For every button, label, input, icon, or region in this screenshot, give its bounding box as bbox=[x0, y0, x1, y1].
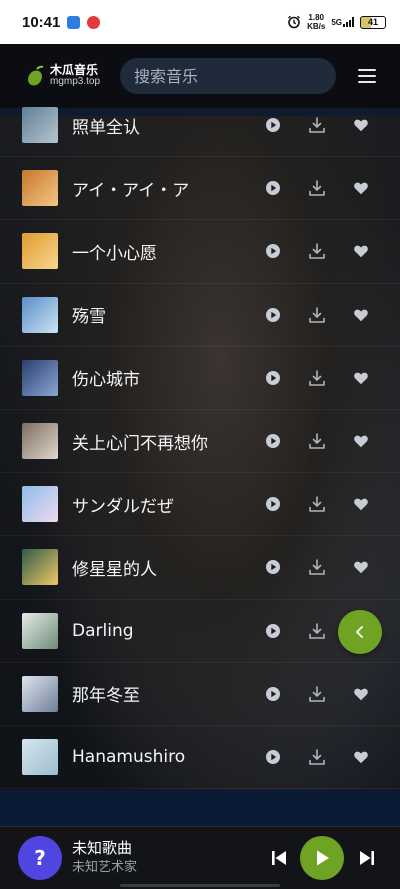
album-cover bbox=[22, 233, 58, 270]
play-circle-icon[interactable] bbox=[262, 556, 284, 578]
album-cover bbox=[22, 738, 58, 775]
play-button[interactable] bbox=[300, 836, 344, 880]
message-app-icon bbox=[67, 15, 81, 29]
battery-level: 41 bbox=[367, 17, 378, 27]
download-icon[interactable] bbox=[306, 430, 328, 452]
heart-icon[interactable] bbox=[350, 493, 372, 515]
heart-icon[interactable] bbox=[350, 114, 372, 136]
track-avatar[interactable]: ? bbox=[18, 836, 62, 880]
play-icon bbox=[317, 850, 329, 866]
home-indicator bbox=[120, 884, 280, 887]
play-circle-icon[interactable] bbox=[262, 683, 284, 705]
logo-name: 木瓜音乐 bbox=[50, 63, 99, 77]
signal-bars-icon bbox=[343, 17, 354, 27]
album-cover bbox=[22, 107, 58, 144]
album-cover bbox=[22, 675, 58, 712]
song-row[interactable]: 那年冬至 bbox=[0, 663, 400, 726]
song-row[interactable]: 伤心城市 bbox=[0, 347, 400, 410]
signal-indicator: 5G bbox=[331, 17, 354, 27]
play-circle-icon[interactable] bbox=[262, 430, 284, 452]
heart-icon[interactable] bbox=[350, 556, 372, 578]
play-circle-icon[interactable] bbox=[262, 177, 284, 199]
logo-url: mgmp3.top bbox=[50, 76, 101, 87]
search-box[interactable] bbox=[120, 58, 336, 94]
download-icon[interactable] bbox=[306, 493, 328, 515]
status-bar: 10:41 1.80 KB/s 5G 41 bbox=[0, 0, 400, 44]
network-speed: 1.80 KB/s bbox=[307, 13, 325, 31]
heart-icon[interactable] bbox=[350, 304, 372, 326]
heart-icon[interactable] bbox=[350, 430, 372, 452]
song-row[interactable]: 修星星的人 bbox=[0, 536, 400, 600]
play-circle-icon[interactable] bbox=[262, 620, 284, 642]
play-circle-icon[interactable] bbox=[262, 367, 284, 389]
download-icon[interactable] bbox=[306, 556, 328, 578]
netease-music-app-icon bbox=[87, 15, 101, 29]
download-icon[interactable] bbox=[306, 177, 328, 199]
heart-icon[interactable] bbox=[350, 367, 372, 389]
heart-icon[interactable] bbox=[350, 240, 372, 262]
album-cover bbox=[22, 170, 58, 207]
previous-track-icon[interactable] bbox=[270, 849, 288, 867]
song-list: 照单全认 アイ・アイ・ア 一个小心愿 殇雪 伤心城市 关上心门不再想你 サンダルだぜ 修星星的… bbox=[0, 94, 400, 790]
alarm-icon bbox=[288, 15, 301, 29]
album-cover bbox=[22, 612, 58, 649]
song-row[interactable]: 殇雪 bbox=[0, 284, 400, 347]
album-cover bbox=[22, 549, 58, 586]
song-row[interactable]: 照单全认 bbox=[0, 94, 400, 158]
album-cover bbox=[22, 296, 58, 333]
search-input[interactable] bbox=[134, 66, 334, 86]
play-circle-icon[interactable] bbox=[262, 304, 284, 326]
play-circle-icon[interactable] bbox=[262, 493, 284, 515]
album-cover bbox=[22, 359, 58, 396]
download-icon[interactable] bbox=[306, 683, 328, 705]
site-logo[interactable]: 木瓜音乐 mgmp3.top bbox=[24, 64, 120, 88]
battery-icon: 41 bbox=[360, 15, 386, 29]
album-cover bbox=[22, 423, 58, 460]
next-track-icon[interactable] bbox=[358, 849, 376, 867]
track-title: 未知歌曲 bbox=[72, 839, 133, 857]
play-circle-icon[interactable] bbox=[262, 746, 284, 768]
download-icon[interactable] bbox=[306, 620, 328, 642]
download-icon[interactable] bbox=[306, 746, 328, 768]
status-time: 10:41 bbox=[22, 13, 61, 31]
album-cover bbox=[22, 486, 58, 523]
download-icon[interactable] bbox=[306, 304, 328, 326]
track-artist: 未知艺术家 bbox=[72, 860, 138, 875]
heart-icon[interactable] bbox=[350, 746, 372, 768]
download-icon[interactable] bbox=[306, 114, 328, 136]
download-icon[interactable] bbox=[306, 240, 328, 262]
play-circle-icon[interactable] bbox=[262, 240, 284, 262]
song-row[interactable]: サンダルだぜ bbox=[0, 473, 400, 537]
mini-player: ? 未知歌曲 未知艺术家 bbox=[0, 826, 400, 889]
song-row[interactable]: 关上心门不再想你 bbox=[0, 410, 400, 474]
network-speed-unit: KB/s bbox=[307, 22, 326, 31]
papaya-logo-icon bbox=[27, 65, 44, 86]
network-type: 5G bbox=[331, 18, 342, 27]
chevron-left-icon bbox=[355, 626, 363, 638]
collapse-button[interactable] bbox=[338, 610, 382, 654]
menu-icon[interactable] bbox=[358, 69, 376, 83]
song-row[interactable]: Hanamushiro bbox=[0, 726, 400, 790]
song-row[interactable]: 一个小心愿 bbox=[0, 220, 400, 284]
song-row[interactable]: アイ・アイ・ア bbox=[0, 157, 400, 221]
heart-icon[interactable] bbox=[350, 177, 372, 199]
list-footer bbox=[0, 790, 400, 826]
heart-icon[interactable] bbox=[350, 683, 372, 705]
play-circle-icon[interactable] bbox=[262, 114, 284, 136]
network-speed-value: 1.80 bbox=[308, 13, 324, 22]
download-icon[interactable] bbox=[306, 367, 328, 389]
